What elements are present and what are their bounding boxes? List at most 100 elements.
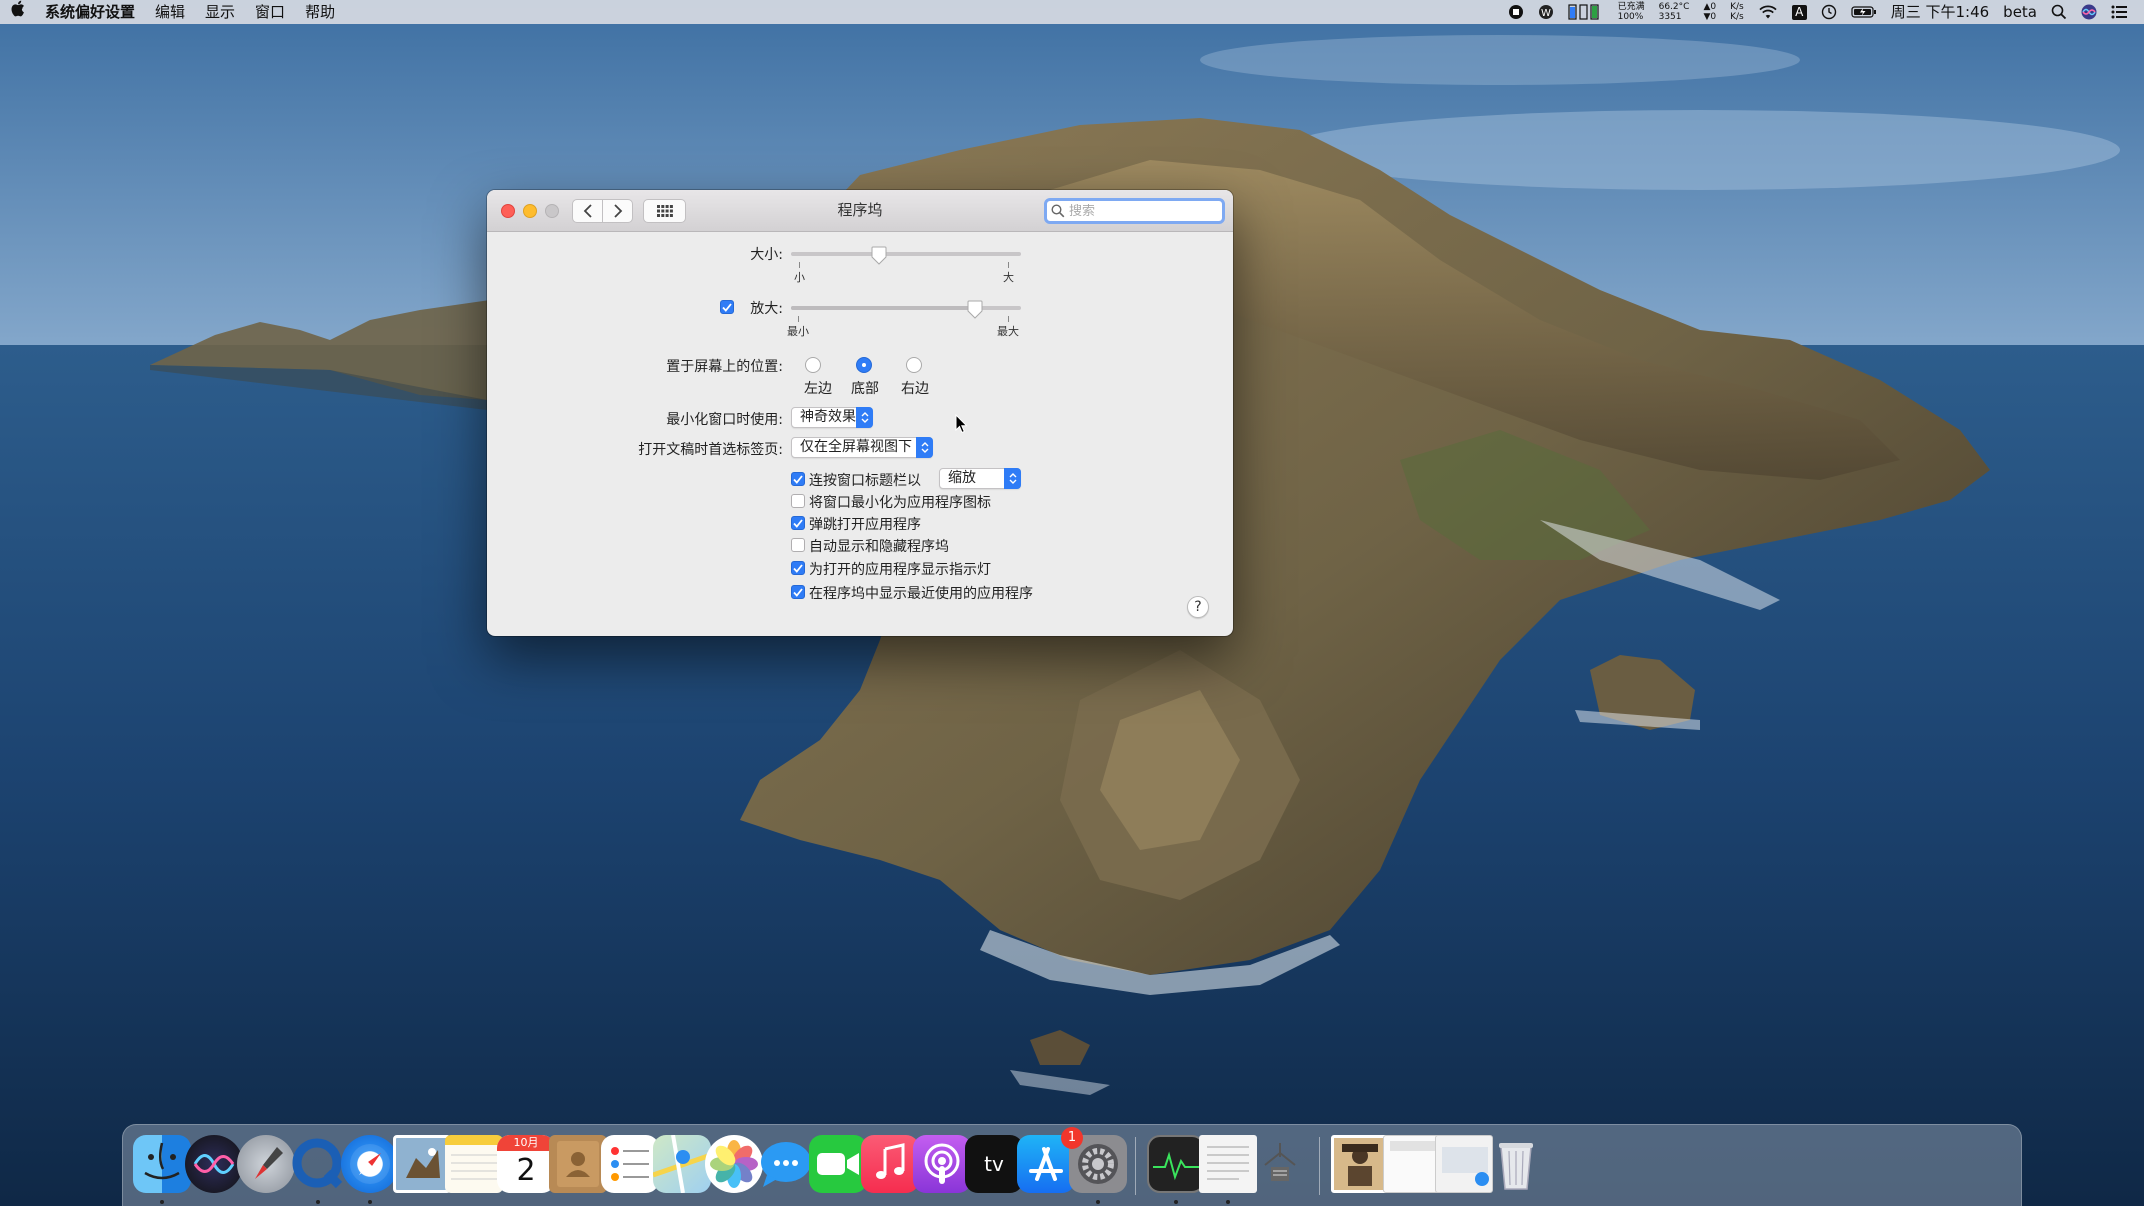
checkmark-icon — [793, 563, 803, 573]
minimize-button[interactable] — [523, 204, 537, 218]
messages-icon[interactable] — [757, 1135, 815, 1193]
minimize-into-app-label[interactable]: 将窗口最小化为应用程序图标 — [809, 492, 991, 512]
notes-icon[interactable] — [445, 1135, 503, 1193]
position-bottom-radio[interactable] — [856, 357, 872, 373]
time-machine-icon[interactable] — [1814, 4, 1844, 20]
apple-menu-icon[interactable] — [0, 0, 35, 24]
screenshots-stack-icon[interactable] — [1435, 1135, 1493, 1193]
grid-icon — [656, 205, 673, 217]
back-button[interactable] — [572, 199, 603, 223]
menu-app-name[interactable]: 系统偏好设置 — [35, 0, 145, 24]
help-button[interactable]: ? — [1187, 596, 1209, 618]
menu-window[interactable]: 窗口 — [245, 0, 295, 24]
show-recent-apps-checkbox[interactable] — [791, 585, 805, 599]
position-label: 置于屏幕上的位置: — [666, 359, 783, 375]
input-method-icon[interactable]: A — [1785, 4, 1814, 20]
minimize-into-app-checkbox[interactable] — [791, 494, 805, 508]
launchpad-icon[interactable] — [237, 1135, 295, 1193]
prefer-tabs-label: 打开文稿时首选标签页: — [638, 442, 783, 458]
zoom-button — [545, 204, 559, 218]
activity-monitor-icon[interactable] — [1147, 1135, 1205, 1193]
magnification-slider-thumb[interactable] — [967, 300, 983, 319]
preview-icon[interactable] — [393, 1135, 451, 1193]
fan-stats-text[interactable]: ▲0 ▼0 — [1696, 2, 1723, 22]
search-input[interactable] — [1069, 203, 1209, 219]
maps-icon[interactable] — [653, 1135, 711, 1193]
animate-opening-checkbox[interactable] — [791, 516, 805, 530]
apple-tv-icon[interactable]: tv — [965, 1135, 1023, 1193]
cpu-stats-text[interactable]: 66.2°C 3351 — [1652, 2, 1697, 22]
contacts-icon[interactable] — [549, 1135, 607, 1193]
documents-stack-icon[interactable] — [1383, 1135, 1441, 1193]
photos-icon[interactable] — [705, 1135, 763, 1193]
w-app-icon[interactable]: W — [1531, 4, 1561, 20]
siri-icon[interactable] — [2074, 4, 2104, 20]
autohide-dock-label[interactable]: 自动显示和隐藏程序坞 — [809, 536, 949, 556]
magnification-checkbox[interactable] — [720, 300, 734, 314]
size-max-label: 大 — [1003, 271, 1014, 284]
running-indicator — [1096, 1200, 1100, 1204]
menu-view[interactable]: 显示 — [195, 0, 245, 24]
magnification-slider[interactable] — [791, 306, 1021, 310]
safari-icon[interactable] — [341, 1135, 399, 1193]
animate-opening-label[interactable]: 弹跳打开应用程序 — [809, 514, 921, 534]
autohide-dock-checkbox[interactable] — [791, 538, 805, 552]
show-all-button[interactable] — [643, 199, 686, 223]
position-right-radio[interactable] — [906, 357, 922, 373]
system-information-icon[interactable] — [1251, 1135, 1309, 1193]
spotlight-search-icon[interactable] — [2044, 4, 2074, 20]
calendar-icon[interactable]: 10月 2 — [497, 1135, 555, 1193]
search-field[interactable] — [1044, 198, 1225, 224]
photo-stack-icon[interactable] — [1331, 1135, 1389, 1193]
show-indicators-checkbox[interactable] — [791, 561, 805, 575]
updown-chevron-icon — [856, 407, 873, 428]
size-slider[interactable] — [791, 252, 1021, 256]
siri-app-icon[interactable] — [185, 1135, 243, 1193]
menu-edit[interactable]: 编辑 — [145, 0, 195, 24]
double-click-action-popup[interactable]: 缩放 — [939, 468, 1021, 489]
menu-user-name[interactable]: beta — [1996, 0, 2044, 24]
music-icon[interactable] — [861, 1135, 919, 1193]
reminders-icon[interactable] — [601, 1135, 659, 1193]
double-click-label[interactable]: 连按窗口标题栏以 — [809, 470, 921, 490]
window-titlebar[interactable]: 程序坞 — [487, 190, 1233, 232]
close-button[interactable] — [501, 204, 515, 218]
chevron-right-icon — [613, 204, 622, 218]
position-left-label: 左边 — [804, 381, 832, 397]
checkmark-icon — [793, 587, 803, 597]
forward-button[interactable] — [602, 199, 633, 223]
menu-clock[interactable]: 周三 下午1:46 — [1884, 0, 1996, 24]
network-speed-text[interactable]: K/s K/s — [1723, 2, 1751, 22]
dock-preferences-window: 程序坞 大小: 小 大 放大: 最小 最大 置于屏幕上的位置: — [487, 190, 1233, 636]
wifi-icon[interactable] — [1751, 4, 1785, 20]
minimize-effect-popup[interactable]: 神奇效果 — [791, 407, 873, 428]
double-click-action-value: 缩放 — [948, 470, 976, 486]
notification-center-icon[interactable] — [2104, 5, 2134, 19]
magnification-min-label: 最小 — [787, 325, 809, 338]
magnification-slider-fill — [791, 306, 981, 310]
quicktime-icon[interactable] — [289, 1135, 347, 1193]
double-click-checkbox[interactable] — [791, 472, 805, 486]
running-indicator — [316, 1200, 320, 1204]
textedit-icon[interactable] — [1199, 1135, 1257, 1193]
battery-icon[interactable] — [1844, 5, 1884, 19]
memory-bars-icon[interactable] — [1561, 3, 1611, 21]
prefer-tabs-popup[interactable]: 仅在全屏幕视图下 — [791, 437, 933, 458]
podcasts-icon[interactable] — [913, 1135, 971, 1193]
menu-bar: 系统偏好设置 编辑 显示 窗口 帮助 W 已充满 100% 66.2°C 3351 … — [0, 0, 2144, 24]
minimize-effect-value: 神奇效果 — [800, 409, 856, 425]
trash-icon[interactable] — [1487, 1135, 1545, 1193]
show-recent-apps-label[interactable]: 在程序坞中显示最近使用的应用程序 — [809, 583, 1033, 603]
menu-help[interactable]: 帮助 — [295, 0, 345, 24]
record-icon[interactable] — [1501, 4, 1531, 20]
battery-status-text[interactable]: 已充满 100% — [1611, 2, 1652, 22]
magnification-tick-max — [1008, 316, 1009, 322]
show-indicators-label[interactable]: 为打开的应用程序显示指示灯 — [809, 559, 991, 579]
facetime-icon[interactable] — [809, 1135, 867, 1193]
magnification-max-label: 最大 — [997, 325, 1019, 338]
size-min-label: 小 — [794, 271, 805, 284]
checkmark-icon — [793, 518, 803, 528]
size-slider-thumb[interactable] — [871, 246, 887, 265]
finder-icon[interactable] — [133, 1135, 191, 1193]
position-left-radio[interactable] — [805, 357, 821, 373]
